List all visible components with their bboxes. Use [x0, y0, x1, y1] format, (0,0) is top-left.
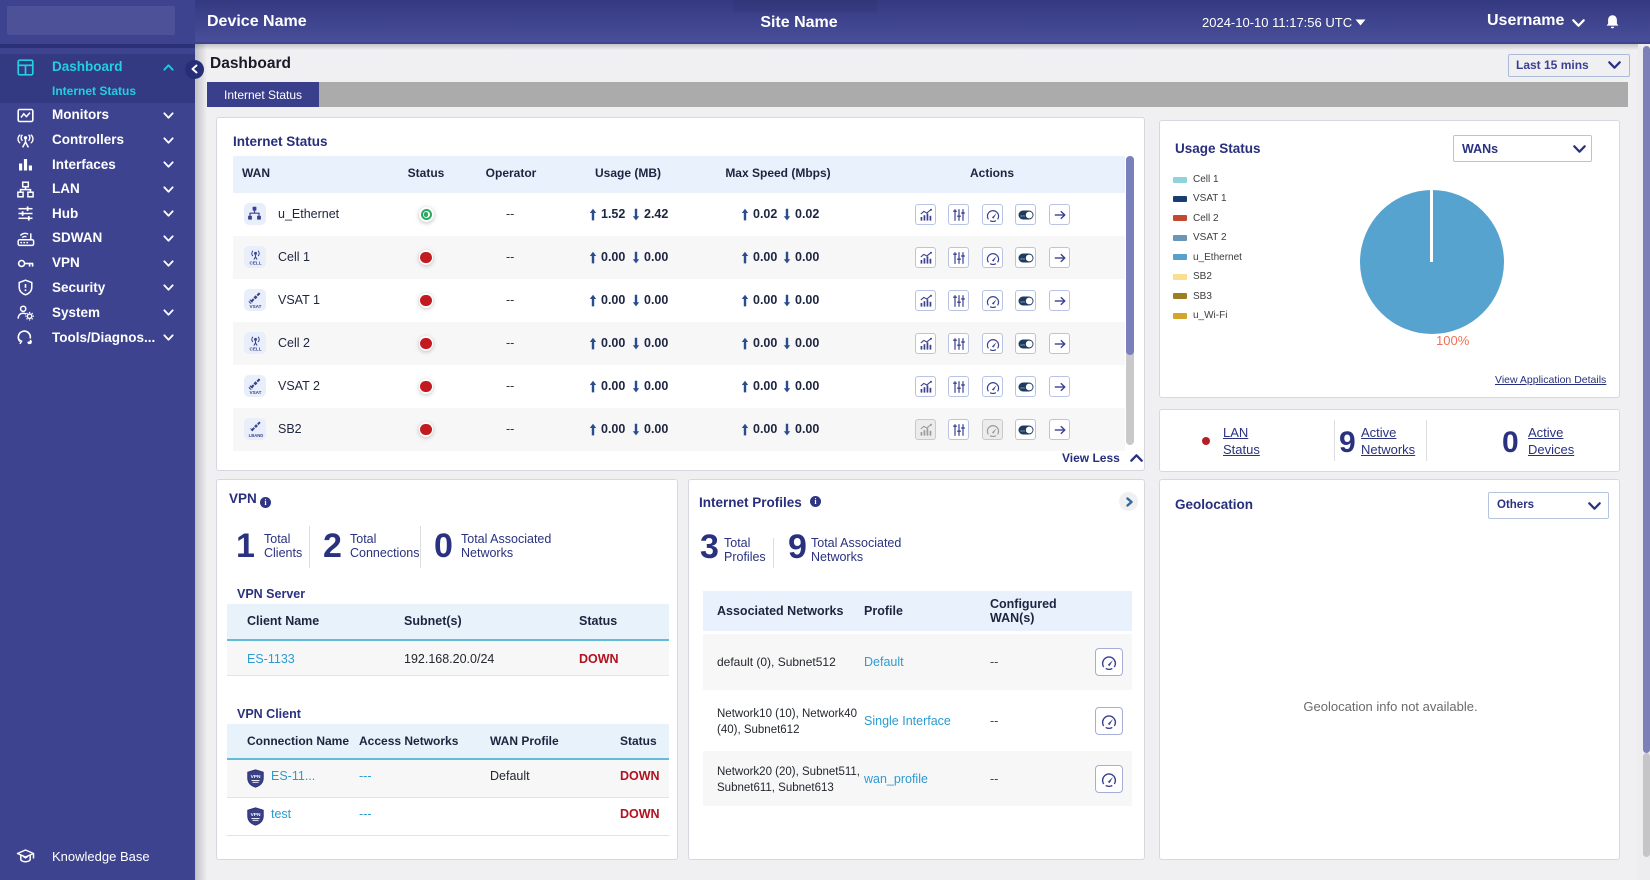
svg-text:VSAT: VSAT: [249, 389, 261, 394]
svg-text:VPN: VPN: [251, 774, 261, 780]
svg-text:on: on: [1020, 429, 1024, 433]
svg-text:VPN: VPN: [251, 812, 261, 818]
svg-text:on: on: [1020, 300, 1024, 304]
svg-text:CELL: CELL: [249, 346, 261, 351]
svg-text:CELL: CELL: [249, 260, 261, 265]
svg-text:VSAT: VSAT: [249, 303, 261, 308]
svg-text:on: on: [1020, 386, 1024, 390]
svg-text:on: on: [1020, 257, 1024, 261]
svg-text:on: on: [1020, 214, 1024, 218]
svg-text:on: on: [1020, 343, 1024, 347]
svg-text:LBAND: LBAND: [248, 432, 263, 437]
